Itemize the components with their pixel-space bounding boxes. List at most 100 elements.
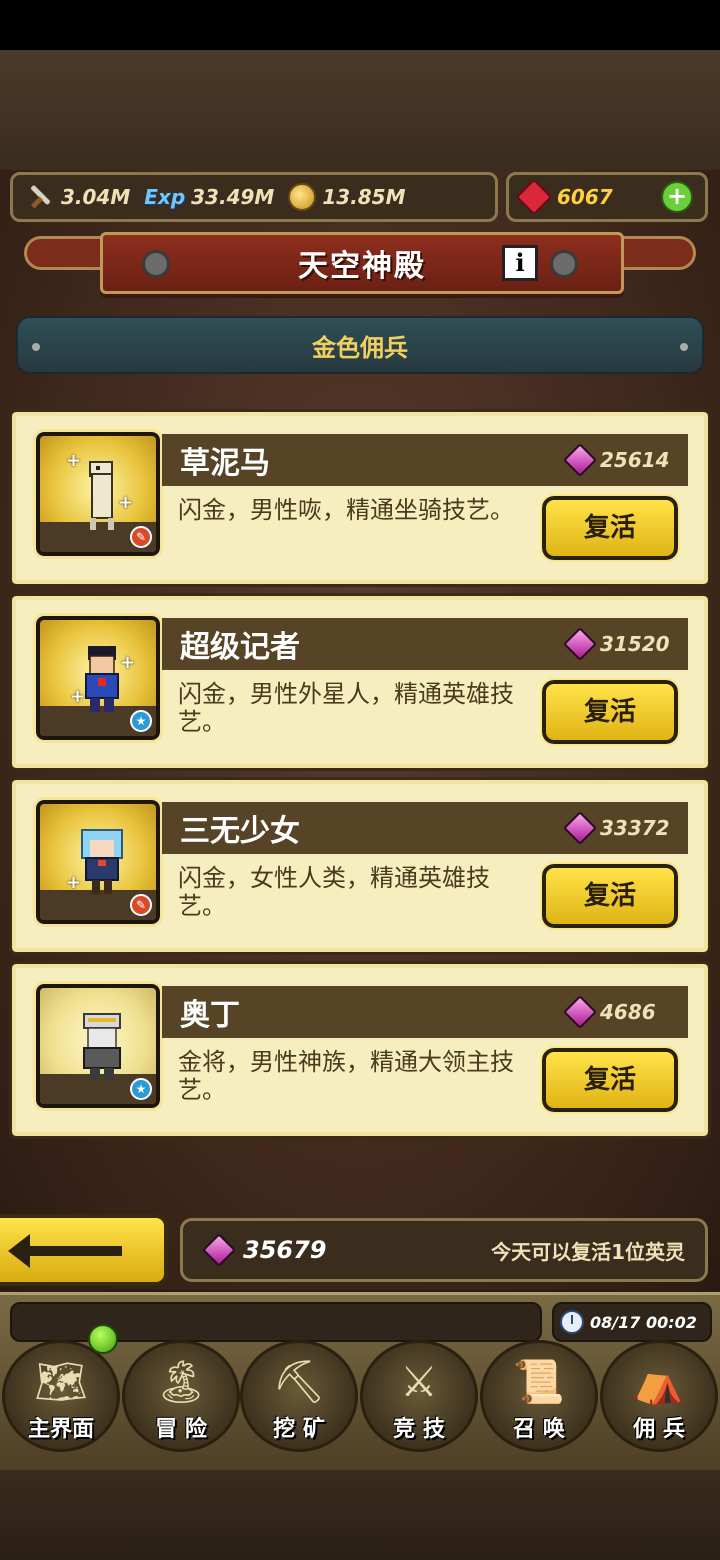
- revive-button[interactable]: 复活: [540, 678, 680, 746]
- exp-resource: Exp 33.49M: [144, 185, 274, 209]
- nav-mercenary[interactable]: ⛺ 佣 兵: [600, 1340, 718, 1452]
- island-icon: 🏝: [154, 1357, 208, 1406]
- nav-mining[interactable]: ⛏ 挖 矿: [240, 1340, 358, 1452]
- sparkle-icon: +: [118, 492, 134, 513]
- hero-cost-value: 33372: [600, 816, 670, 840]
- hero-name: 奥丁: [180, 998, 240, 1033]
- sword-icon: [25, 182, 55, 212]
- summon-scroll-icon: 📜: [512, 1357, 566, 1406]
- exp-value: 33.49M: [191, 185, 275, 209]
- hero-name-bar: 草泥马 25614: [162, 434, 688, 486]
- ruby-bar: 6067 +: [506, 172, 708, 222]
- sparkle-icon: +: [66, 450, 82, 471]
- hero-cost-value: 4686: [600, 1000, 656, 1024]
- background-bottom: [0, 1470, 720, 1560]
- clock-box: 08/17 00:02: [552, 1302, 712, 1342]
- category-bar: 金色佣兵: [16, 316, 704, 374]
- nav-label: 竞 技: [393, 1417, 445, 1442]
- arrow-left-icon: [8, 1234, 122, 1268]
- back-button[interactable]: [0, 1214, 168, 1286]
- mount-class-badge-icon: ✎: [130, 526, 152, 548]
- gold-value: 13.85M: [322, 185, 406, 209]
- crossed-swords-icon: ⚔: [400, 1357, 438, 1406]
- title-banner: 天空神殿: [100, 232, 624, 294]
- gem-icon: [563, 627, 597, 661]
- nav-label: 冒 险: [155, 1417, 207, 1442]
- hero-name: 超级记者: [180, 630, 300, 665]
- hero-class-badge-icon: ★: [130, 1078, 152, 1100]
- attack-resource: 3.04M: [25, 182, 130, 212]
- sparkle-icon: +: [120, 652, 136, 673]
- hero-name-bar: 奥丁 4686: [162, 986, 688, 1038]
- background-top: [0, 50, 720, 170]
- hero-cost-value: 25614: [600, 448, 670, 472]
- nav-label: 主界面: [27, 1417, 94, 1442]
- hero-name-bar: 三无少女 33372: [162, 802, 688, 854]
- hero-portrait[interactable]: + ✎: [33, 797, 163, 927]
- gem-icon: [202, 1233, 236, 1267]
- hero-portrait[interactable]: + + ✎: [33, 429, 163, 559]
- hero-description: 闪金，女性人类，精通英雄技艺。: [178, 864, 490, 920]
- bolt-icon: [550, 250, 578, 278]
- status-bar: [0, 0, 720, 50]
- hero-card: + ✎ 三无少女 33372 闪金，女性人类，精通英雄技艺。 复活: [9, 777, 711, 955]
- ruby-icon: [515, 178, 553, 216]
- hero-name: 草泥马: [180, 446, 270, 481]
- gem-icon: [563, 443, 597, 477]
- hero-class-badge-icon: ✎: [130, 894, 152, 916]
- revive-button[interactable]: 复活: [540, 494, 680, 562]
- hero-description: 闪金，男性外星人，精通英雄技艺。: [178, 680, 514, 736]
- girl-sprite-icon: [81, 829, 123, 894]
- info-button[interactable]: i: [502, 245, 538, 281]
- hero-cost: 33372: [563, 811, 688, 845]
- notification-dot-icon: [88, 1324, 118, 1354]
- nav-label: 召 唤: [513, 1417, 565, 1442]
- add-ruby-button[interactable]: +: [661, 181, 693, 213]
- hero-card: + + ★ 超级记者 31520 闪金，男性外星人，精通英雄技艺。 复活: [9, 593, 711, 771]
- exp-icon: Exp: [144, 185, 186, 209]
- gold-coin-icon: [288, 183, 317, 211]
- revive-limit-note: 今天可以复活1位英灵: [491, 1239, 685, 1264]
- ruby-value: 6067: [557, 185, 613, 209]
- clock-icon: [560, 1310, 584, 1334]
- dot-icon: [32, 343, 40, 351]
- hero-card: ★ 奥丁 4686 金将，男性神族，精通大领主技艺。 复活: [9, 961, 711, 1139]
- map-scroll-icon: 🗺: [34, 1357, 88, 1406]
- category-label: 金色佣兵: [312, 333, 408, 362]
- hero-class-badge-icon: ★: [130, 710, 152, 732]
- gem-icon: [563, 811, 597, 845]
- hero-cost: 25614: [563, 443, 688, 477]
- nav-summon[interactable]: 📜 召 唤: [480, 1340, 598, 1452]
- nav-main[interactable]: 🗺 主界面: [2, 1340, 120, 1452]
- resource-bar: 3.04M Exp 33.49M 13.85M: [10, 172, 498, 222]
- pickaxe-icon: ⛏: [272, 1357, 326, 1406]
- sparkle-icon: +: [70, 686, 86, 707]
- gem-icon: [563, 995, 597, 1029]
- bolt-icon: [142, 250, 170, 278]
- nav-label: 佣 兵: [633, 1417, 685, 1442]
- sparkle-icon: +: [66, 872, 82, 893]
- nav-arena[interactable]: ⚔ 竞 技: [360, 1340, 478, 1452]
- odin-sprite-icon: [83, 1013, 121, 1080]
- hero-cost: 4686: [563, 995, 688, 1029]
- hero-name-bar: 超级记者 31520: [162, 618, 688, 670]
- attack-value: 3.04M: [61, 185, 131, 209]
- nav-adventure[interactable]: 🏝 冒 险: [122, 1340, 240, 1452]
- revive-button[interactable]: 复活: [540, 1046, 680, 1114]
- dot-icon: [680, 343, 688, 351]
- hero-cost: 31520: [563, 627, 688, 661]
- revive-button[interactable]: 复活: [540, 862, 680, 930]
- page-title: 天空神殿: [298, 249, 426, 284]
- hero-portrait[interactable]: + + ★: [33, 613, 163, 743]
- gold-resource: 13.85M: [288, 183, 405, 211]
- gem-total-bar: 35679 今天可以复活1位英灵: [180, 1218, 708, 1282]
- hero-cost-value: 31520: [600, 632, 670, 656]
- hero-portrait[interactable]: ★: [33, 981, 163, 1111]
- hero-description: 金将，男性神族，精通大领主技艺。: [178, 1048, 514, 1104]
- nav-label: 挖 矿: [273, 1417, 325, 1442]
- bottom-nav: 🗺 主界面 🏝 冒 险 ⛏ 挖 矿 ⚔ 竞 技 📜 召 唤 ⛺ 佣 兵: [0, 1340, 720, 1460]
- hero-description: 闪金，男性咴，精通坐骑技艺。: [178, 496, 514, 524]
- hero-card: + + ✎ 草泥马 25614 闪金，男性咴，精通坐骑技艺。 复活: [9, 409, 711, 587]
- hero-name: 三无少女: [180, 814, 300, 849]
- clock-time: 08/17 00:02: [590, 1312, 697, 1332]
